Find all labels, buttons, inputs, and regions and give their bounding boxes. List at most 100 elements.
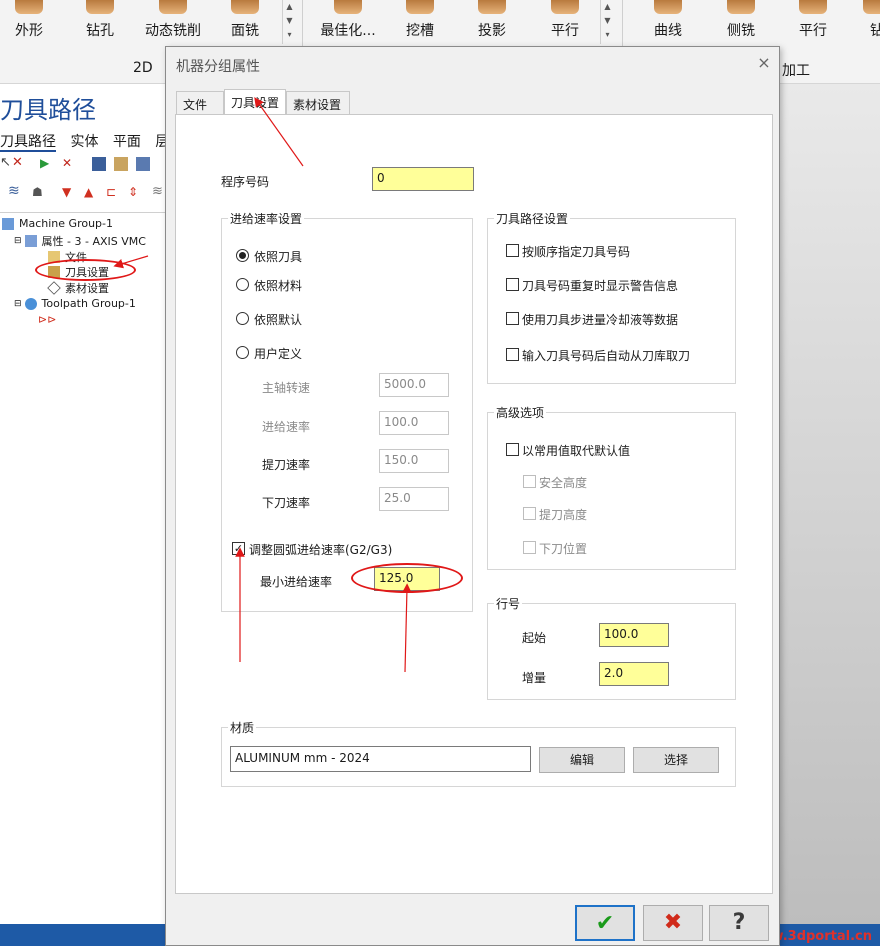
duplicate-warning-checkbox[interactable]: [506, 278, 519, 291]
delete-icon[interactable]: ✕: [12, 155, 26, 170]
insert-arrow-icon[interactable]: ⊏: [106, 185, 120, 199]
duplicate-warning-label: 刀具号码重复时显示警告信息: [522, 279, 679, 293]
assign-tool-numbers-checkbox[interactable]: [506, 244, 519, 257]
override-defaults-checkbox[interactable]: [506, 443, 519, 456]
contour-button[interactable]: 外形: [4, 0, 54, 44]
move-down-icon[interactable]: ▼: [62, 185, 76, 199]
tab-files[interactable]: 文件: [176, 91, 224, 115]
tab-solids[interactable]: 实体: [70, 134, 98, 150]
feed-calc-legend: 进给速率设置: [228, 210, 305, 227]
spindle-speed-field[interactable]: 5000.0: [379, 373, 449, 397]
tree-machine-group[interactable]: Machine Group-1: [2, 217, 113, 230]
backplot-icon[interactable]: [92, 157, 106, 171]
pocket-button[interactable]: 挖槽: [398, 0, 442, 44]
swarf-button[interactable]: 侧铣: [718, 0, 764, 44]
tab-toolpaths[interactable]: 刀具路径: [0, 134, 56, 152]
post-icon[interactable]: ☗: [32, 185, 46, 199]
tree-stock-setup[interactable]: 素材设置: [47, 280, 109, 296]
program-number-field[interactable]: 0: [372, 167, 474, 191]
optirough-button[interactable]: 最佳化...: [316, 0, 380, 44]
dynamic-mill-button[interactable]: 动态铣削: [138, 0, 208, 44]
ribbon-scroll-2d[interactable]: ▲ ▼ ▾: [282, 0, 296, 44]
adjust-arc-feed-label: 调整圆弧进给速率(G2/G3): [249, 543, 393, 557]
tool-settings-panel: 程序号码 0 进给速率设置 依照刀具 依照材料 依照默认 用户定义 主轴转速 5…: [175, 114, 773, 894]
collapse-icon[interactable]: ⊟: [14, 236, 22, 246]
tree-properties[interactable]: ⊟ 属性 - 3 - AXIS VMC: [14, 233, 146, 249]
feed-user-defined-radio[interactable]: [236, 346, 249, 359]
stock-icon: [47, 281, 61, 295]
parallel-icon: [551, 0, 579, 14]
search-library-label: 输入刀具号码后自动从刀库取刀: [522, 349, 691, 363]
regenerate-dirty-icon[interactable]: ✕: [62, 156, 76, 170]
collapse-icon[interactable]: ⊟: [14, 299, 22, 309]
search-library-checkbox[interactable]: [506, 348, 519, 361]
retract-rate-field[interactable]: 150.0: [379, 449, 449, 473]
sequence-group: 行号 起始 100.0 增量 2.0: [487, 595, 736, 700]
feed-from-material-label: 依照材料: [254, 279, 303, 293]
drill-icon: [863, 0, 880, 14]
ribbon-divider: [302, 0, 303, 48]
tree-toolpath-group[interactable]: ⊟ Toolpath Group-1: [14, 297, 136, 310]
retract-checkbox[interactable]: [523, 507, 536, 520]
tab-tool-settings[interactable]: 刀具设置: [224, 89, 286, 115]
close-icon[interactable]: ×: [755, 53, 773, 72]
sequence-start-field[interactable]: 100.0: [599, 623, 669, 647]
tab-stock-setup[interactable]: 素材设置: [286, 91, 350, 115]
clearance-checkbox[interactable]: [523, 475, 536, 488]
drill-button[interactable]: 钻孔: [75, 0, 125, 44]
material-field[interactable]: ALUMINUM mm - 2024: [230, 746, 531, 772]
sequence-increment-label: 增量: [522, 671, 547, 685]
help-button[interactable]: ?: [709, 905, 769, 941]
verify-icon[interactable]: [114, 157, 128, 171]
multiaxis-drill-button[interactable]: 钻: [862, 0, 880, 44]
spindle-speed-label: 主轴转速: [262, 381, 311, 395]
edit-material-button[interactable]: 编辑: [539, 747, 625, 773]
toolpath-config-group: 刀具路径设置 按顺序指定刀具号码 刀具号码重复时显示警告信息 使用刀具步进量冷却…: [487, 210, 736, 384]
machine-group-icon: [2, 217, 14, 230]
insert-marker-icon: ⊳⊳: [38, 313, 57, 326]
ribbon-group-2d: 2D: [133, 60, 153, 76]
plunge-rate-label: 下刀速率: [262, 496, 311, 510]
graphics-viewport[interactable]: [780, 84, 880, 924]
dynamic-mill-icon: [159, 0, 187, 14]
contour-icon: [15, 0, 43, 14]
dialog-title: 机器分组属性: [176, 59, 260, 75]
select-material-button[interactable]: 选择: [633, 747, 719, 773]
sequence-increment-field[interactable]: 2.0: [599, 662, 669, 686]
feed-calc-group: 进给速率设置 依照刀具 依照材料 依照默认 用户定义 主轴转速 5000.0 进…: [221, 210, 473, 612]
expand-icon[interactable]: ⇕: [128, 185, 142, 199]
feed-from-material-radio[interactable]: [236, 278, 249, 291]
sequence-start-label: 起始: [522, 631, 547, 645]
plunge-rate-field[interactable]: 25.0: [379, 487, 449, 511]
adjust-arc-feed-checkbox[interactable]: ✓: [232, 542, 245, 555]
ribbon-divider: [622, 0, 623, 48]
parallel-button[interactable]: 平行: [543, 0, 587, 44]
feed-user-defined-label: 用户定义: [254, 347, 303, 361]
tab-planes[interactable]: 平面: [113, 134, 141, 150]
high-feed-icon[interactable]: ≋: [8, 183, 22, 199]
feed-plane-checkbox[interactable]: [523, 541, 536, 554]
ribbon-scroll-3d[interactable]: ▲ ▼ ▾: [600, 0, 614, 44]
move-up-icon[interactable]: ▲: [84, 185, 98, 199]
feed-rate-label: 进给速率: [262, 420, 311, 434]
use-tool-data-checkbox[interactable]: [506, 312, 519, 325]
project-button[interactable]: 投影: [470, 0, 514, 44]
swarf-icon: [727, 0, 755, 14]
curve-button[interactable]: 曲线: [645, 0, 691, 44]
feed-from-defaults-radio[interactable]: [236, 312, 249, 325]
ok-button[interactable]: ✔: [575, 905, 635, 941]
clearance-label: 安全高度: [539, 476, 588, 490]
multiaxis-parallel-button[interactable]: 平行: [790, 0, 836, 44]
curve-icon: [654, 0, 682, 14]
face-mill-button[interactable]: 面铣: [222, 0, 268, 44]
toolpath-config-legend: 刀具路径设置: [494, 210, 571, 227]
assign-tool-numbers-label: 按顺序指定刀具号码: [522, 245, 631, 259]
cancel-button[interactable]: ✖: [643, 905, 703, 941]
regenerate-icon[interactable]: ▶: [40, 156, 54, 170]
lock-icon[interactable]: ≋: [152, 184, 166, 199]
properties-icon: [24, 235, 37, 247]
advanced-options-group: 高级选项 以常用值取代默认值 安全高度 提刀高度 下刀位置: [487, 404, 736, 570]
feed-rate-field[interactable]: 100.0: [379, 411, 449, 435]
simulate-icon[interactable]: [136, 157, 150, 171]
feed-from-tool-radio[interactable]: [236, 249, 249, 262]
